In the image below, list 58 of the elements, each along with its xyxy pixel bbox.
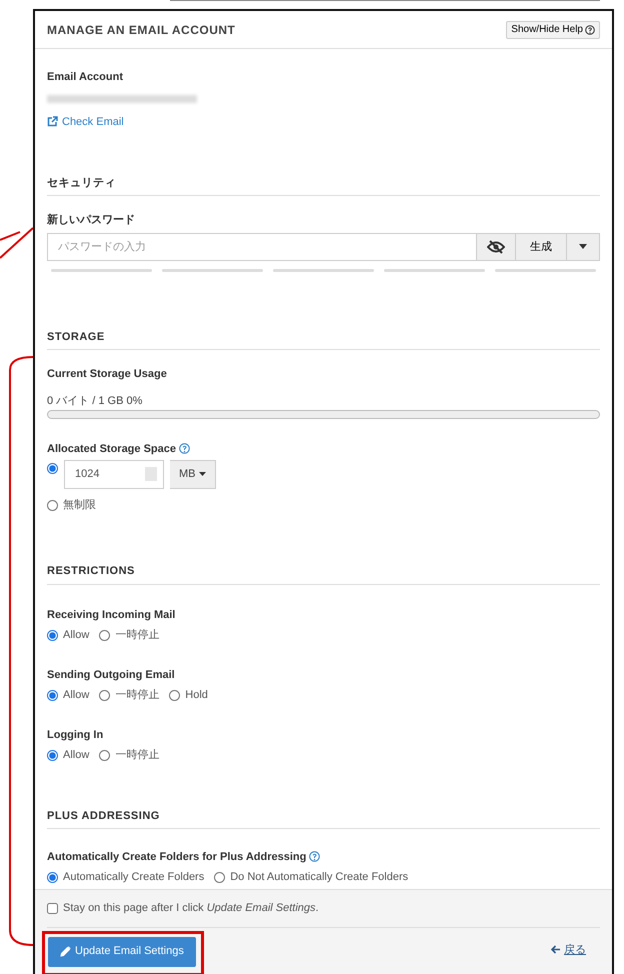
field-label: 新しいパスワード [47, 212, 136, 228]
generate-button[interactable]: 生成 [516, 232, 567, 261]
field-label: Receiving Incoming Mail [47, 608, 176, 623]
help-icon [585, 24, 595, 34]
radio-button[interactable] [47, 690, 58, 701]
check-email-link[interactable]: Check Email [47, 114, 124, 130]
caret-icon [198, 472, 206, 476]
option-label: Allow [63, 628, 90, 644]
field-label: Automatically Create Folders for Plus Addressing [47, 851, 306, 864]
update-settings-button[interactable]: Update Email Settings [48, 936, 196, 966]
section-heading: RESTRICTIONS [47, 563, 600, 585]
radio-button[interactable] [47, 462, 58, 474]
quota-field[interactable]: 1024 [64, 460, 164, 489]
option-label: Automatically Create Folders [63, 870, 204, 885]
pencil-icon [60, 946, 71, 957]
option-label: 無制限 [63, 498, 96, 513]
toggle-visibility-button[interactable] [477, 232, 516, 261]
radio-button[interactable] [214, 872, 226, 882]
option-label: 一時停止 [115, 688, 160, 704]
external-link-icon [47, 116, 58, 128]
caret-icon [579, 244, 587, 250]
section-heading: セキュリティ [47, 174, 600, 196]
eye-slash-icon [487, 240, 505, 254]
option-label: Do Not Automatically Create Folders [230, 870, 408, 885]
unit-dropdown[interactable]: MB [170, 460, 216, 489]
option-label: Allow [63, 748, 90, 764]
help-icon[interactable] [309, 851, 320, 862]
radio-button[interactable] [47, 750, 58, 761]
radio-button[interactable] [99, 690, 110, 701]
field-label: Email Account [47, 70, 124, 85]
radio-button[interactable] [47, 872, 58, 882]
option-label: 一時停止 [115, 748, 160, 764]
password-field[interactable]: パスワードの入力 [47, 232, 477, 261]
radio-button[interactable] [47, 500, 58, 510]
dropdown-button[interactable] [567, 232, 600, 261]
back-link[interactable]: 戻る [551, 942, 586, 958]
field-label: Sending Outgoing Email [47, 668, 176, 683]
radio-button[interactable] [169, 690, 180, 701]
stay-checkbox[interactable] [47, 902, 58, 914]
panel-title: MANAGE AN EMAIL ACCOUNT [47, 22, 236, 38]
radio-button[interactable] [99, 630, 110, 641]
radio-button[interactable] [47, 630, 58, 641]
section-heading: STORAGE [47, 328, 600, 350]
arrow-left-icon [551, 945, 561, 954]
show-hide-help-button[interactable]: Show/Hide Help [506, 20, 600, 38]
option-label: Hold [185, 688, 208, 704]
field-label: Logging In [47, 728, 104, 743]
option-label: 一時停止 [115, 628, 160, 644]
usage-text: 0 バイト / 1 GB 0% [47, 394, 144, 409]
field-label: Current Storage Usage [47, 367, 168, 382]
field-value: 1024 [75, 467, 100, 482]
section-heading: PLUS ADDRESSING [47, 808, 600, 830]
option-label: Allow [63, 688, 90, 704]
spinner-icon [145, 467, 157, 482]
help-icon[interactable] [179, 443, 190, 454]
checkbox-label: Stay on this page after I click Update Email Settings. [63, 901, 319, 916]
field-label: Allocated Storage Space [47, 443, 176, 456]
radio-button[interactable] [99, 750, 110, 761]
